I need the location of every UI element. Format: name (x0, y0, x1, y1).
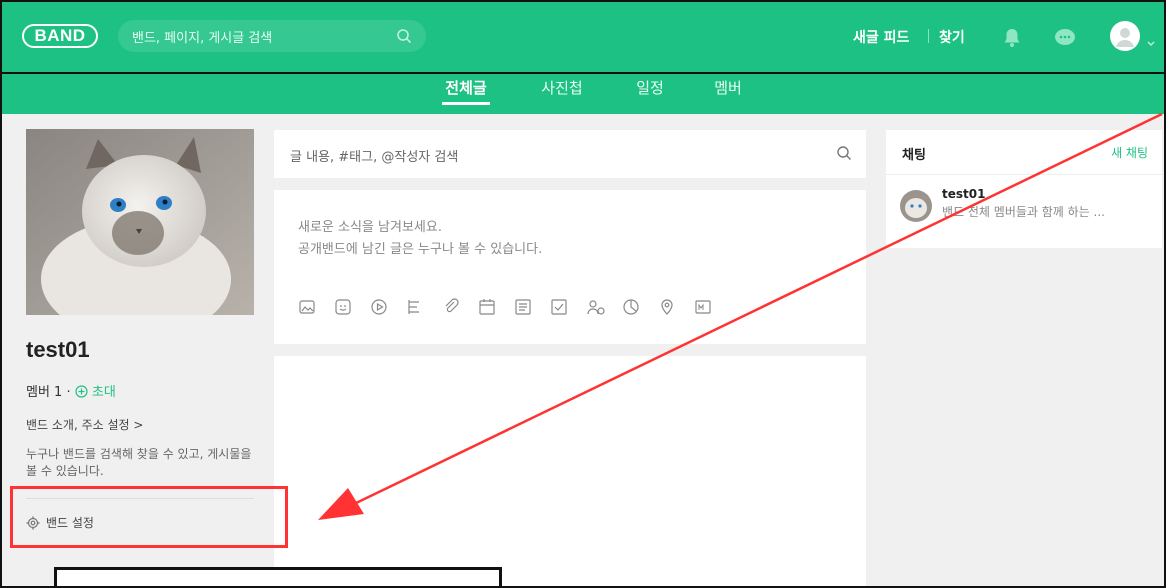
chat-room-preview[interactable]: 밴드 전체 멤버들과 함께 하는 ... (942, 203, 1105, 220)
chart-icon[interactable] (622, 298, 644, 320)
compose-box[interactable]: 새로운 소식을 남겨보세요. 공개밴드에 남긴 글은 누구나 볼 수 있습니다. (274, 190, 866, 344)
global-search-placeholder: 밴드, 페이지, 게시글 검색 (132, 31, 273, 46)
nav-divider (928, 29, 929, 43)
new-feed-link[interactable]: 새글 피드 (853, 27, 909, 47)
video-icon[interactable] (370, 298, 392, 320)
calendar-icon[interactable] (478, 298, 500, 320)
compose-placeholder-line1: 새로운 소식을 남겨보세요. (298, 220, 442, 235)
chevron-down-icon[interactable] (1147, 32, 1155, 51)
band-logo[interactable]: BAND (22, 24, 98, 48)
tab-label: 일정 (636, 79, 664, 97)
todo-icon[interactable] (550, 298, 572, 320)
invite-button[interactable]: 초대 (75, 385, 116, 400)
location-icon[interactable] (658, 298, 680, 320)
search-icon[interactable] (836, 145, 852, 165)
search-icon[interactable] (396, 28, 412, 48)
feed-area (274, 356, 866, 586)
top-bar: BAND 밴드, 페이지, 게시글 검색 새글 피드 찾기 (2, 2, 1164, 74)
sticker-icon[interactable] (334, 298, 356, 320)
band-cover-image[interactable] (26, 129, 254, 339)
attach-icon[interactable] (442, 298, 464, 320)
compose-placeholder-line2: 공개밴드에 남긴 글은 누구나 볼 수 있습니다. (298, 242, 543, 257)
band-intro-link[interactable]: 밴드 소개, 주소 설정 > (26, 416, 143, 433)
participants-icon[interactable] (586, 298, 608, 320)
tab-label: 전체글 (445, 79, 487, 97)
tab-label: 사진첩 (541, 79, 583, 97)
invite-label: 초대 (91, 385, 116, 400)
tab-active-underline (442, 102, 490, 105)
tab-members[interactable]: 멤버 (711, 74, 745, 114)
chat-bubble-icon[interactable] (1054, 28, 1076, 52)
more-icon[interactable] (694, 298, 716, 320)
chat-avatar[interactable] (900, 190, 932, 222)
tab-bar: 전체글 사진첩 일정 멤버 (2, 74, 1164, 114)
post-search-placeholder: 글 내용, #태그, @작성자 검색 (290, 150, 459, 165)
chat-room-name[interactable]: test01 (942, 187, 985, 201)
members-row: 멤버 1 · 초대 (26, 381, 116, 400)
profile-avatar[interactable] (1110, 21, 1140, 51)
screenshot-frame: BAND 밴드, 페이지, 게시글 검색 새글 피드 찾기 전체글 사진첩 일정… (0, 0, 1166, 588)
post-search-input[interactable]: 글 내용, #태그, @작성자 검색 (274, 130, 866, 178)
find-link[interactable]: 찾기 (939, 27, 965, 47)
tab-label: 멤버 (714, 79, 742, 97)
new-chat-button[interactable]: 새 채팅 (1111, 144, 1148, 161)
chat-title: 채팅 (902, 148, 926, 163)
image-icon[interactable] (298, 298, 320, 320)
bell-icon[interactable] (1003, 28, 1021, 52)
chat-panel: 채팅 새 채팅 test01 밴드 전체 멤버들과 함께 하는 ... (886, 130, 1162, 248)
members-count: 멤버 1 · (26, 385, 71, 400)
band-name: test01 (26, 337, 90, 362)
band-description: 누구나 밴드를 검색해 찾을 수 있고, 게시물을 볼 수 있습니다. (26, 447, 252, 478)
board-icon[interactable] (514, 298, 536, 320)
file-list-icon[interactable] (406, 298, 428, 320)
caption-box (54, 567, 502, 586)
plus-circle-icon (75, 385, 88, 398)
tab-all-posts[interactable]: 전체글 (442, 74, 490, 114)
tab-schedule[interactable]: 일정 (633, 74, 667, 114)
divider (886, 174, 1162, 175)
highlight-box (10, 486, 288, 548)
global-search[interactable]: 밴드, 페이지, 게시글 검색 (118, 20, 426, 52)
tab-photos[interactable]: 사진첩 (538, 74, 586, 114)
